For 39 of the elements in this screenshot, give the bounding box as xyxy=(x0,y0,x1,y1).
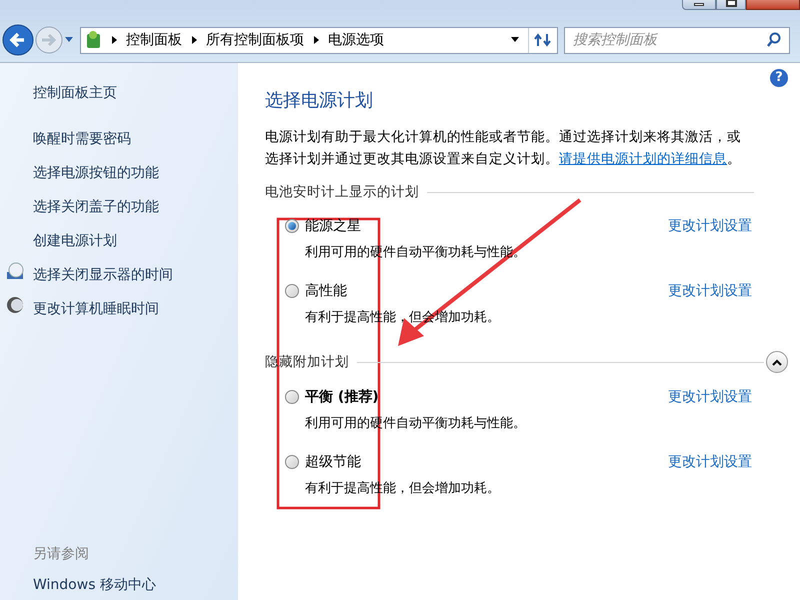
sidebar-link[interactable]: Windows 移动中心 xyxy=(33,575,238,596)
sidebar-link[interactable]: 唤醒时需要密码 xyxy=(33,131,131,147)
sidebar-link[interactable]: 选择电源按钮的功能 xyxy=(33,165,159,181)
intro-text: 电源计划有助于最大化计算机的性能或者节能。通过选择计划来将其激活，或选择计划并通过更改其电源设置来自定义计划。请提供电源计划的详细信息。 xyxy=(265,128,742,169)
sidebar-heading: 另请参阅 xyxy=(33,545,90,564)
radio-button[interactable] xyxy=(285,454,299,469)
change-plan-link[interactable]: 更改计划设置 xyxy=(668,387,752,408)
sidebar-link[interactable]: 控制面板主页 xyxy=(33,83,238,104)
change-plan-link[interactable]: 更改计划设置 xyxy=(668,452,752,473)
back-icon[interactable] xyxy=(2,24,34,56)
change-plan-link[interactable]: 更改计划设置 xyxy=(668,280,752,302)
sidebar-link[interactable]: 创建电源计划 xyxy=(33,233,117,249)
plan-name: 平衡 (推荐) xyxy=(305,388,380,408)
plan-name: 超级节能 xyxy=(305,452,362,472)
search-field[interactable]: 搜索控制面板 xyxy=(564,26,790,54)
sidebar-link[interactable]: 更改计算机睡眠时间 xyxy=(33,301,159,317)
details-link[interactable]: 请提供电源计划的详细信息 xyxy=(559,151,727,167)
plan-name: 能源之星 xyxy=(305,217,362,236)
change-plan-link[interactable]: 更改计划设置 xyxy=(668,216,752,238)
breadcrumb[interactable]: 电源选项 xyxy=(326,30,386,50)
radio-button[interactable] xyxy=(285,219,299,234)
search-icon xyxy=(766,32,782,48)
refresh-icon[interactable] xyxy=(534,32,552,48)
breadcrumb[interactable]: 所有控制面板项 xyxy=(204,30,306,50)
help-icon[interactable]: ? xyxy=(770,69,788,87)
clock-monitor-icon xyxy=(6,262,24,280)
sidebar-link[interactable]: 选择关闭盖子的功能 xyxy=(33,199,159,215)
moon-icon xyxy=(6,296,24,314)
section-heading: 电池安时计上显示的计划 xyxy=(265,183,420,202)
plan-name: 高性能 xyxy=(305,282,348,301)
breadcrumb[interactable]: 控制面板 xyxy=(124,30,184,50)
sidebar-link[interactable]: 选择关闭显示器的时间 xyxy=(33,267,173,283)
radio-button[interactable] xyxy=(285,390,299,404)
radio-button[interactable] xyxy=(285,284,299,298)
collapse-button[interactable] xyxy=(766,351,788,374)
chevron-up-icon xyxy=(772,358,782,366)
address-bar[interactable]: 控制面板 所有控制面板项 电源选项 xyxy=(80,26,558,54)
dropdown-icon[interactable] xyxy=(510,36,520,44)
page-title: 选择电源计划 xyxy=(265,89,374,113)
